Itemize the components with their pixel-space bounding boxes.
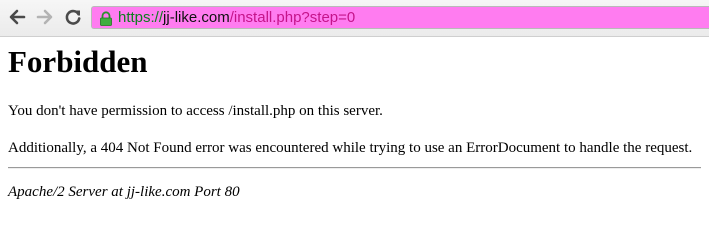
reload-button[interactable]	[62, 6, 84, 28]
lock-icon	[100, 11, 112, 26]
url-text[interactable]: https://jj-like.com/install.php?step=0	[118, 9, 355, 27]
page-title: Forbidden	[8, 44, 148, 79]
error-message: You don't have permission to access /ins…	[8, 103, 383, 119]
url-host: jj-like.com	[163, 9, 230, 26]
url-path: /install.php?step=0	[229, 9, 356, 26]
forward-button[interactable]	[34, 6, 56, 28]
server-signature: Apache/2 Server at jj-like.com Port 80	[8, 184, 240, 200]
forward-arrow-icon	[36, 9, 53, 25]
additional-error-message: Additionally, a 404 Not Found error was …	[8, 140, 693, 156]
reload-icon	[65, 9, 81, 25]
divider	[8, 167, 701, 169]
url-scheme: https://	[118, 9, 164, 26]
address-bar[interactable]: https://jj-like.com/install.php?step=0	[91, 6, 709, 29]
back-arrow-icon	[9, 9, 26, 25]
back-button[interactable]	[6, 6, 28, 28]
browser-toolbar: https://jj-like.com/install.php?step=0	[0, 0, 709, 37]
